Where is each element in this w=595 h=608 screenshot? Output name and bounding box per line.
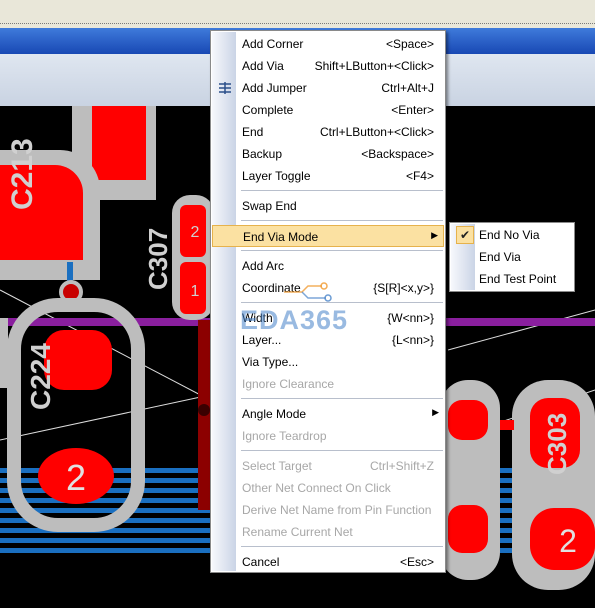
menu-item-other-net-connect[interactable]: Other Net Connect On Click	[212, 477, 444, 499]
via	[63, 284, 79, 300]
menu-item-derive-net-name[interactable]: Derive Net Name from Pin Function	[212, 499, 444, 521]
menu-separator	[241, 190, 443, 191]
menu-item-select-target[interactable]: Select Target Ctrl+Shift+Z	[212, 455, 444, 477]
menu-item-complete[interactable]: Complete <Enter>	[212, 99, 444, 121]
submenu-item-end-no-via[interactable]: ✔ End No Via	[451, 224, 573, 246]
refdes-label: C303	[542, 413, 572, 475]
menu-item-rename-current-net[interactable]: Rename Current Net	[212, 521, 444, 543]
submenu-item-end-test-point[interactable]: End Test Point	[451, 268, 573, 290]
submenu-arrow-icon: ▶	[431, 230, 438, 240]
pad	[448, 505, 488, 553]
menu-item-backup[interactable]: Backup <Backspace>	[212, 143, 444, 165]
menu-item-label: Ignore Teardrop	[242, 429, 327, 443]
menu-item-shortcut: <Enter>	[391, 103, 434, 117]
pad-outline	[0, 318, 8, 388]
refdes-label: C307	[143, 228, 173, 290]
menu-item-add-corner[interactable]: Add Corner <Space>	[212, 33, 444, 55]
menu-item-layer-toggle[interactable]: Layer Toggle <F4>	[212, 165, 444, 187]
checkmark-icon: ✔	[456, 226, 474, 244]
menu-separator	[241, 220, 443, 221]
refdes-label: C224	[25, 343, 56, 410]
menu-item-label: Ignore Clearance	[242, 377, 335, 391]
watermark-circuit-icon	[284, 282, 332, 302]
menu-separator	[241, 250, 443, 251]
submenu-item-end-via[interactable]: End Via	[451, 246, 573, 268]
menu-separator	[241, 546, 443, 547]
pad-number: 2	[559, 523, 577, 559]
submenu-arrow-icon: ▶	[432, 407, 439, 417]
pad-number: 1	[191, 283, 200, 300]
pad-number: 2	[191, 224, 200, 241]
menu-item-shortcut: <Esc>	[399, 555, 434, 569]
menu-item-shortcut: Ctrl+Alt+J	[381, 81, 434, 95]
end-via-mode-submenu: ✔ End No Via End Via End Test Point	[449, 222, 575, 292]
menu-separator	[241, 302, 443, 303]
menu-item-label: Swap End	[242, 199, 297, 213]
menu-item-swap-end[interactable]: Swap End	[212, 195, 444, 217]
menu-item-label: Select Target	[242, 459, 312, 473]
menu-item-label: Derive Net Name from Pin Function	[242, 503, 432, 517]
menu-item-label: Other Net Connect On Click	[242, 481, 391, 495]
menu-item-shortcut: Ctrl+Shift+Z	[369, 459, 434, 473]
menu-item-shortcut: <Space>	[385, 37, 434, 51]
menu-item-ignore-teardrop[interactable]: Ignore Teardrop	[212, 425, 444, 447]
watermark-logo: EDA365	[240, 305, 349, 335]
menu-item-via-type[interactable]: Via Type...	[212, 351, 444, 373]
toolbar-divider	[0, 23, 595, 24]
menu-item-label: Backup	[242, 147, 283, 161]
menu-item-label: Add Corner	[242, 37, 304, 51]
menu-item-label: End Via Mode	[243, 230, 319, 244]
via	[198, 404, 210, 416]
menu-item-shortcut: {L<nn>}	[391, 333, 434, 347]
menu-item-label: Cancel	[242, 555, 280, 569]
refdes-label: C213	[6, 138, 39, 210]
menu-item-label: Complete	[242, 103, 294, 117]
menu-item-add-jumper[interactable]: Add Jumper Ctrl+Alt+J	[212, 77, 444, 99]
menu-item-shortcut: {W<nn>}	[387, 311, 434, 325]
menu-item-add-arc[interactable]: Add Arc	[212, 255, 444, 277]
submenu-item-label: End Test Point	[479, 272, 557, 286]
menu-item-angle-mode[interactable]: Angle Mode ▶	[212, 403, 444, 425]
submenu-item-label: End No Via	[479, 228, 540, 242]
pad	[448, 400, 488, 440]
menu-item-shortcut: <F4>	[405, 169, 434, 183]
pad-number: 2	[66, 457, 86, 498]
guide-line	[447, 309, 595, 351]
menu-item-label: Rename Current Net	[242, 525, 353, 539]
menu-item-label: Via Type...	[242, 355, 299, 369]
menu-item-ignore-clearance[interactable]: Ignore Clearance	[212, 373, 444, 395]
menu-item-shortcut: <Backspace>	[361, 147, 434, 161]
menu-item-label: Add Jumper	[242, 81, 307, 95]
pad	[92, 100, 146, 180]
menu-separator	[241, 450, 443, 451]
menu-item-label: Layer Toggle	[242, 169, 311, 183]
menu-item-add-via[interactable]: Add Via Shift+LButton+<Click>	[212, 55, 444, 77]
menu-item-cancel[interactable]: Cancel <Esc>	[212, 551, 444, 573]
menu-item-label: End	[242, 125, 264, 139]
menu-item-shortcut: {S[R]<x,y>}	[373, 281, 434, 295]
menu-item-label: Add Via	[242, 59, 284, 73]
trace	[500, 420, 514, 430]
menu-item-shortcut: Shift+LButton+<Click>	[314, 59, 434, 73]
menu-separator	[241, 398, 443, 399]
menu-item-shortcut: Ctrl+LButton+<Click>	[319, 125, 434, 139]
menu-item-label: Angle Mode	[242, 407, 307, 421]
menu-item-end[interactable]: End Ctrl+LButton+<Click>	[212, 121, 444, 143]
submenu-item-label: End Via	[479, 250, 521, 264]
jumper-icon	[219, 82, 231, 94]
top-toolbar	[0, 0, 595, 28]
menu-item-end-via-mode[interactable]: End Via Mode ▶	[212, 225, 444, 247]
menu-item-label: Add Arc	[242, 259, 285, 273]
